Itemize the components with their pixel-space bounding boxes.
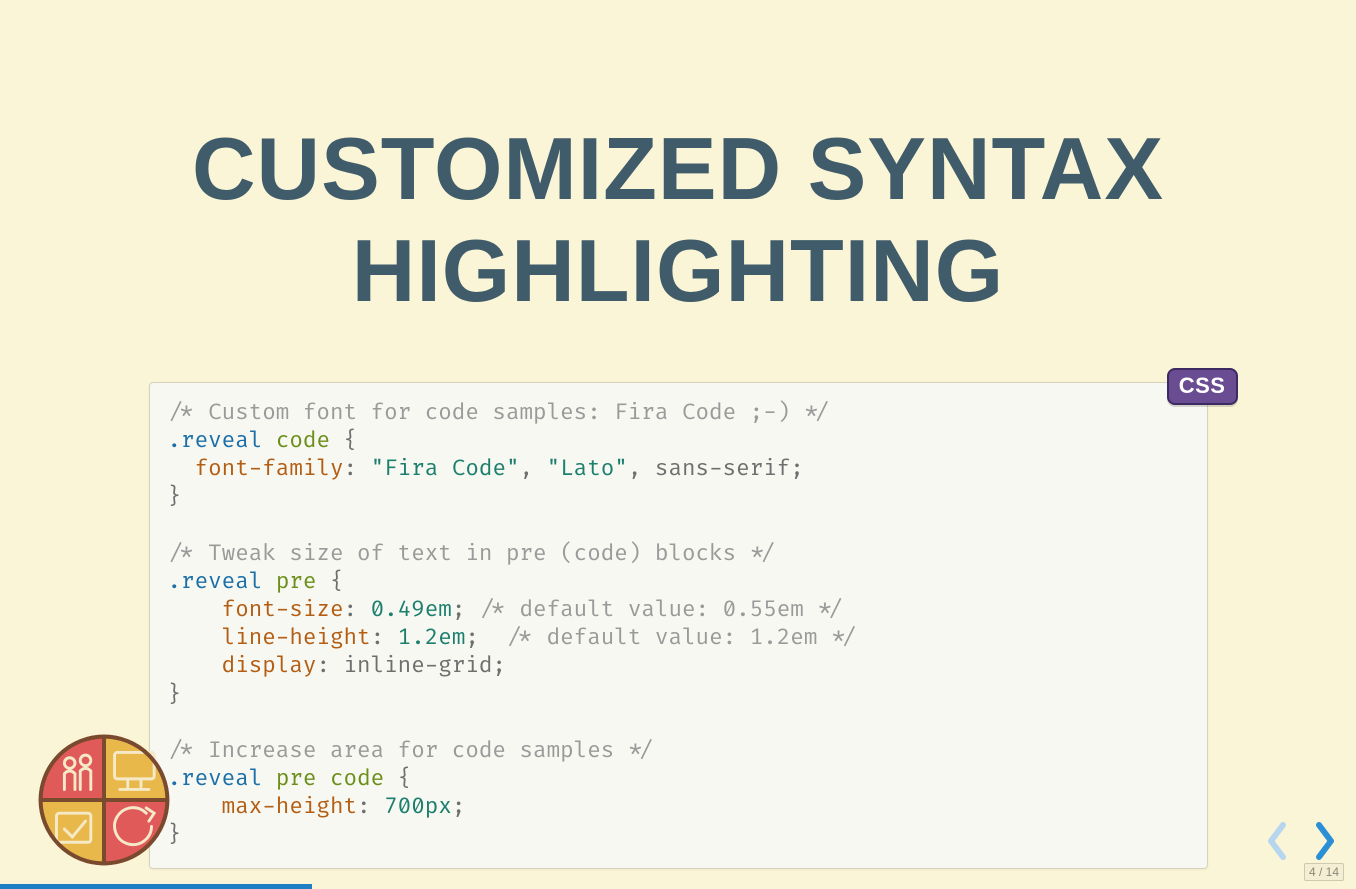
- language-badge: CSS: [1167, 368, 1238, 405]
- next-slide-button[interactable]: [1308, 821, 1342, 861]
- progress-bar-fill: [0, 884, 312, 889]
- slide-title: CUSTOMIZED SYNTAX HIGHLIGHTING: [0, 0, 1356, 322]
- code-block-wrap: CSS /* Custom font for code samples: Fir…: [149, 382, 1208, 869]
- progress-bar-track: [0, 884, 1356, 889]
- page-counter: 4 / 14: [1304, 863, 1344, 881]
- prev-slide-button[interactable]: [1260, 821, 1294, 861]
- logo-icon: [38, 734, 170, 866]
- code-block: /* Custom font for code samples: Fira Co…: [149, 382, 1208, 869]
- nav-controls: [1260, 821, 1342, 861]
- slide: CUSTOMIZED SYNTAX HIGHLIGHTING CSS /* Cu…: [0, 0, 1356, 889]
